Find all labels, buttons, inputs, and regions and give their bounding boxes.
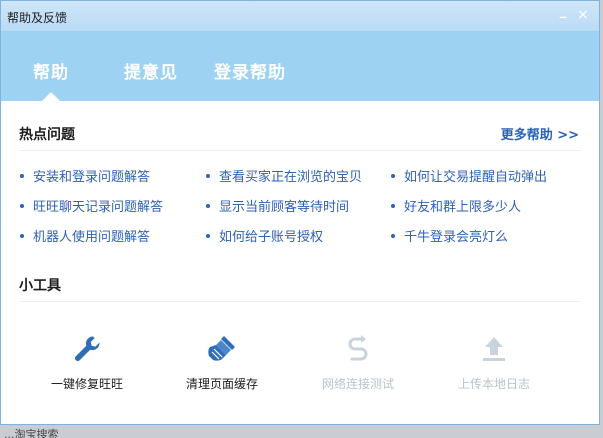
clear-cache-button[interactable]: 清理页面缓存 bbox=[162, 333, 282, 392]
background-window-text: ...淘宝搜索 bbox=[4, 428, 59, 438]
bullet bbox=[20, 203, 24, 208]
faq-link[interactable]: 显示当前顾客等待时间 bbox=[206, 196, 349, 215]
help-feedback-window: 帮助及反馈 _ × 帮助 提意见 登录帮助 热点问题 更多帮助 >> 安装和登录… bbox=[0, 0, 600, 425]
faq-link[interactable]: 安装和登录问题解答 bbox=[20, 166, 150, 185]
tools-title: 小工具 bbox=[19, 278, 61, 294]
bullet bbox=[206, 233, 210, 238]
title-bar[interactable]: 帮助及反馈 _ × bbox=[1, 1, 599, 31]
hot-questions-title: 热点问题 bbox=[19, 127, 75, 143]
repair-wangwang-button[interactable]: 一键修复旺旺 bbox=[27, 333, 147, 392]
tool-label: 一键修复旺旺 bbox=[50, 377, 123, 391]
close-button[interactable]: × bbox=[575, 7, 591, 23]
bullet bbox=[20, 173, 24, 178]
tool-label: 清理页面缓存 bbox=[185, 377, 258, 391]
tool-label: 上传本地日志 bbox=[457, 377, 530, 391]
minimize-button[interactable]: _ bbox=[555, 4, 571, 20]
tab-login-help[interactable]: 登录帮助 bbox=[214, 58, 286, 83]
tab-bar: 帮助 提意见 登录帮助 bbox=[1, 31, 599, 101]
network-test-icon bbox=[348, 335, 368, 361]
bullet bbox=[206, 173, 210, 178]
hot-questions-header: 热点问题 更多帮助 >> bbox=[19, 124, 581, 151]
active-tab-indicator bbox=[42, 92, 60, 101]
faq-link[interactable]: 查看买家正在浏览的宝贝 bbox=[206, 166, 362, 185]
tools-header: 小工具 bbox=[19, 275, 581, 302]
tool-label: 网络连接测试 bbox=[321, 377, 394, 391]
bullet bbox=[391, 233, 395, 238]
brush-icon bbox=[208, 336, 235, 361]
tab-feedback[interactable]: 提意见 bbox=[124, 58, 178, 83]
upload-icon bbox=[483, 337, 505, 361]
more-help-link[interactable]: 更多帮助 >> bbox=[501, 124, 579, 143]
upload-log-button[interactable]: 上传本地日志 bbox=[434, 333, 554, 392]
window-title: 帮助及反馈 bbox=[7, 11, 68, 25]
faq-link[interactable]: 好友和群上限多少人 bbox=[391, 196, 521, 215]
bullet bbox=[206, 203, 210, 208]
faq-link[interactable]: 机器人使用问题解答 bbox=[20, 226, 150, 245]
faq-link[interactable]: 如何给子账号授权 bbox=[206, 226, 323, 245]
bullet bbox=[20, 233, 24, 238]
faq-link[interactable]: 千牛登录会亮灯么 bbox=[391, 226, 508, 245]
wrench-icon bbox=[74, 336, 100, 362]
bullet bbox=[391, 203, 395, 208]
tab-help[interactable]: 帮助 bbox=[33, 58, 69, 83]
network-test-button[interactable]: 网络连接测试 bbox=[298, 333, 418, 392]
faq-link[interactable]: 如何让交易提醒自动弹出 bbox=[391, 166, 547, 185]
faq-link[interactable]: 旺旺聊天记录问题解答 bbox=[20, 196, 163, 215]
bullet bbox=[391, 173, 395, 178]
